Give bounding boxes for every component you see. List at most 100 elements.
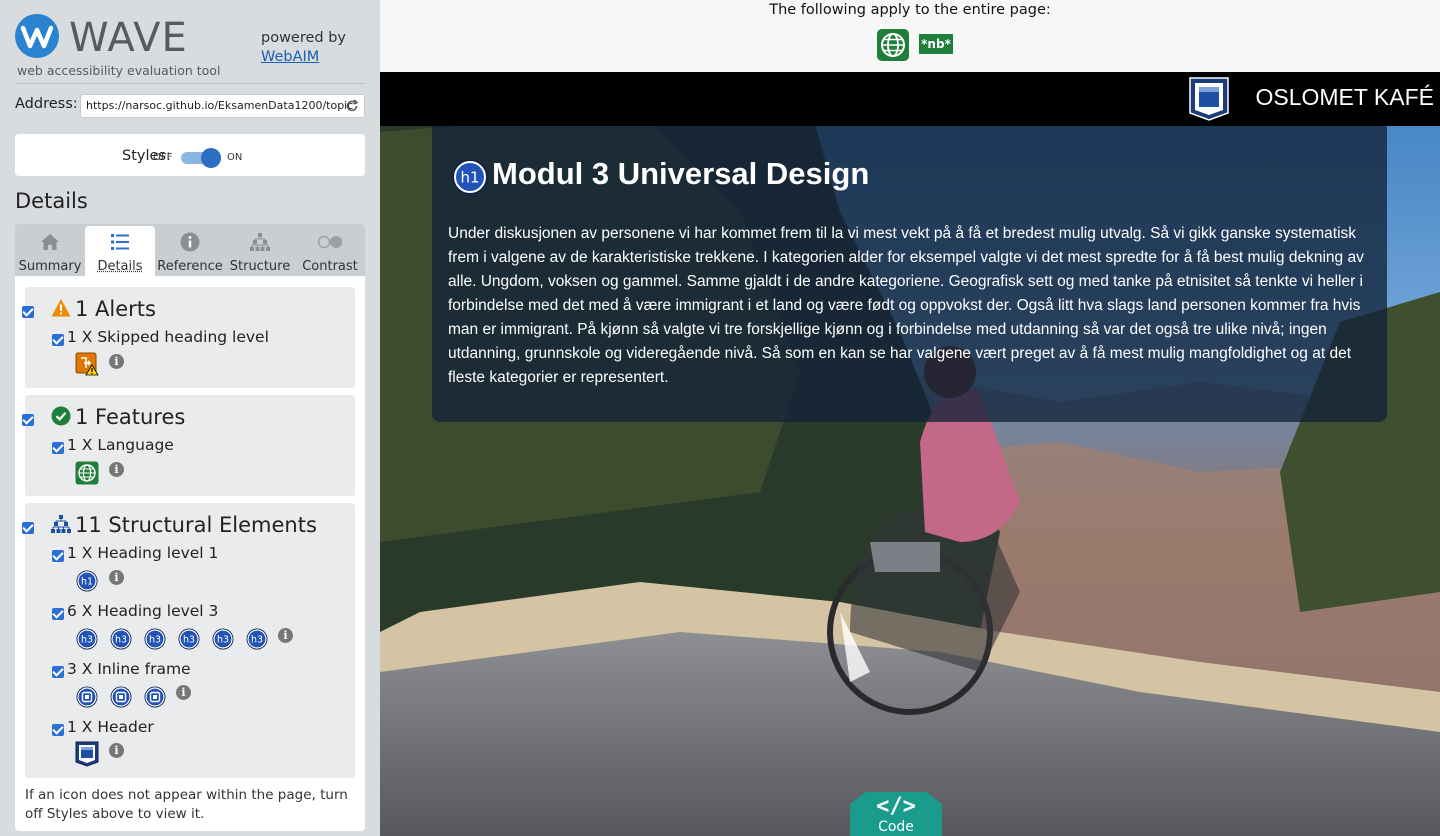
h3-icon[interactable]: h3 [246, 628, 268, 650]
brand-divider [15, 83, 365, 84]
address-field[interactable]: https://narsoc.github.io/EksamenData1200… [80, 94, 365, 118]
category-structure: 11 Structural Elements 1 X Heading level… [22, 503, 355, 778]
iframe-icon[interactable] [110, 686, 132, 708]
wave-sidebar: WAVE web accessibility evaluation tool p… [0, 0, 380, 836]
h1-icon[interactable]: h1 [76, 570, 98, 592]
category-alerts: 1 Alerts 1 X Skipped heading level i [22, 287, 355, 388]
brand-subtitle: web accessibility evaluation tool [17, 63, 221, 78]
inline-frame-checkbox[interactable] [52, 666, 64, 678]
tab-reference-label: Reference [157, 259, 223, 274]
features-title: 1 Features [75, 405, 186, 429]
styles-off-label: OFF [153, 152, 173, 163]
header-icon[interactable] [75, 741, 99, 767]
header-label: 1 X Header [67, 718, 154, 736]
tab-contrast-label: Contrast [302, 259, 358, 274]
site-header: OSLOMET KAFÉ [380, 72, 1440, 126]
category-features: 1 Features 1 X Language i [22, 395, 355, 496]
tab-structure[interactable]: Structure [225, 226, 295, 276]
page-body-text: Under diskusjonen av personene vi har ko… [448, 225, 1364, 386]
address-bar: Address: https://narsoc.github.io/Eksame… [15, 94, 365, 118]
header-icon[interactable] [1189, 77, 1229, 121]
home-icon [41, 234, 59, 250]
structure-checkbox[interactable] [22, 522, 34, 534]
tab-structure-label: Structure [229, 259, 291, 274]
code-icon: </> [876, 794, 916, 819]
header-checkbox[interactable] [52, 724, 64, 736]
heading-level-3-checkbox[interactable] [52, 608, 64, 620]
tab-details-label: Details [97, 259, 143, 274]
address-label: Address: [15, 96, 78, 112]
alerts-checkbox[interactable] [22, 306, 34, 318]
brand-name: WAVE [69, 15, 188, 61]
structure-icon [250, 233, 270, 251]
check-circle-icon [51, 406, 71, 426]
tab-contrast[interactable]: Contrast [295, 226, 365, 276]
h3-icon[interactable]: h3 [178, 628, 200, 650]
page-heading: Modul 3 Universal Design [492, 156, 870, 191]
webaim-link[interactable]: WebAIM [261, 48, 346, 67]
styles-toggle-panel: Styles: OFF ON [15, 134, 365, 176]
tab-summary-label: Summary [18, 259, 82, 274]
styles-toggle[interactable] [181, 148, 221, 168]
info-icon [180, 232, 200, 252]
skipped-heading-label: 1 X Skipped heading level [67, 328, 269, 346]
language-info-icon[interactable]: i [109, 462, 124, 477]
svg-text:h3: h3 [115, 635, 127, 646]
hero-section: OSLOMET KAFÉ h1 Modul 3 Universal Design… [380, 72, 1440, 836]
header-info-icon[interactable]: i [109, 743, 124, 758]
reload-icon[interactable] [345, 99, 359, 113]
details-panel: 1 Alerts 1 X Skipped heading level i 1 F… [15, 276, 365, 831]
skipped-heading-icon[interactable] [75, 352, 99, 376]
heading-level-3-info-icon[interactable]: i [278, 628, 293, 643]
powered-by: powered by WebAIM [261, 29, 346, 67]
language-icon[interactable] [75, 461, 99, 485]
tab-summary[interactable]: Summary [15, 226, 85, 276]
h3-icon[interactable]: h3 [110, 628, 132, 650]
content-card: h1 Modul 3 Universal Design Under diskus… [432, 126, 1387, 422]
svg-text:h3: h3 [251, 635, 263, 646]
svg-text:h3: h3 [81, 635, 93, 646]
address-value: https://narsoc.github.io/EksamenData1200… [86, 99, 354, 112]
svg-text:h3: h3 [183, 635, 195, 646]
skipped-heading-checkbox[interactable] [52, 334, 64, 346]
wave-logo-icon [15, 14, 59, 58]
language-nb-badge[interactable]: *nb* [919, 34, 953, 54]
page-wide-text: The following apply to the entire page: [769, 2, 1051, 18]
heading-level-3-label: 6 X Heading level 3 [67, 602, 219, 620]
h3-icon[interactable]: h3 [144, 628, 166, 650]
structure-title: 11 Structural Elements [75, 513, 317, 537]
structure-category-icon [51, 515, 71, 533]
h3-icon[interactable]: h3 [76, 628, 98, 650]
heading-level-1-checkbox[interactable] [52, 550, 64, 562]
list-icon [111, 234, 129, 250]
details-tabs: Summary Details Reference Structure Cont… [15, 224, 365, 276]
heading-level-1-info-icon[interactable]: i [109, 570, 124, 585]
wave-brand: WAVE web accessibility evaluation tool p… [15, 14, 365, 84]
svg-text:h3: h3 [217, 635, 229, 646]
styles-on-label: ON [227, 152, 243, 163]
tab-details[interactable]: Details [85, 226, 155, 276]
tab-reference[interactable]: Reference [155, 226, 225, 276]
page-preview: The following apply to the entire page: … [380, 0, 1440, 836]
inline-frame-label: 3 X Inline frame [67, 660, 191, 678]
skipped-heading-info-icon[interactable]: i [109, 354, 124, 369]
svg-text:h1: h1 [81, 577, 93, 588]
details-heading: Details [15, 189, 88, 213]
features-checkbox[interactable] [22, 414, 34, 426]
code-button[interactable]: </> Code [850, 792, 942, 836]
toggle-knob [201, 148, 221, 168]
page-wide-bar: The following apply to the entire page: … [380, 0, 1440, 72]
alert-triangle-icon [51, 299, 71, 317]
site-title: OSLOMET KAFÉ [1255, 84, 1434, 110]
language-icon[interactable] [877, 29, 909, 61]
alerts-title: 1 Alerts [75, 297, 156, 321]
iframe-icon[interactable] [144, 686, 166, 708]
h3-icon[interactable]: h3 [212, 628, 234, 650]
svg-text:h3: h3 [149, 635, 161, 646]
iframe-icon[interactable] [76, 686, 98, 708]
powered-by-text: powered by [261, 30, 347, 46]
language-label: 1 X Language [67, 436, 174, 454]
h1-icon[interactable]: h1 [452, 159, 488, 195]
inline-frame-info-icon[interactable]: i [176, 685, 191, 700]
language-checkbox[interactable] [52, 442, 64, 454]
